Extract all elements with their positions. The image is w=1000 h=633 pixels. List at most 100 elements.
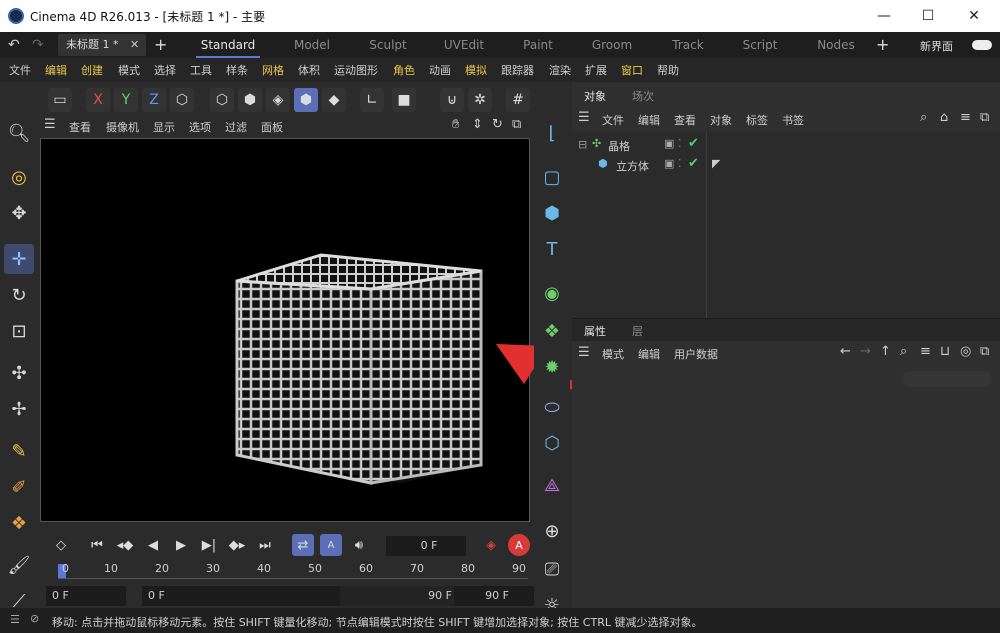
loop-icon[interactable]: ⇄ <box>292 534 314 556</box>
menu-file[interactable]: 文件 <box>9 62 31 78</box>
object-menu-file[interactable]: 文件 <box>602 112 624 128</box>
viewport-menu-icon[interactable]: ☰ <box>44 117 56 132</box>
object-search-icon[interactable]: ⌕ <box>920 110 927 125</box>
previous-frame-icon[interactable]: ◀ <box>142 534 164 556</box>
grid-icon[interactable]: # <box>506 88 530 112</box>
menu-character[interactable]: 角色 <box>393 62 415 78</box>
spline-pen-icon[interactable]: ✎ <box>4 436 34 466</box>
close-button[interactable]: ✕ <box>956 4 992 28</box>
next-frame-icon[interactable]: ▶| <box>198 534 220 556</box>
pan-hand-icon[interactable]: ✋︎ <box>452 117 459 132</box>
scale-tool-icon[interactable]: ⊡ <box>4 316 34 346</box>
layer-icon[interactable]: ▣ <box>664 157 674 170</box>
end-frame-field[interactable]: 90 F <box>454 586 534 606</box>
menu-create[interactable]: 创建 <box>81 62 103 78</box>
menu-tools[interactable]: 工具 <box>190 62 212 78</box>
tab-layers[interactable]: 层 <box>632 323 643 339</box>
coordinate-system-icon[interactable]: ▭ <box>48 88 72 112</box>
menu-animation[interactable]: 动画 <box>429 62 451 78</box>
status-menu-icon[interactable]: ☰ <box>10 613 20 626</box>
cube-icon[interactable]: ⬢ <box>537 198 567 228</box>
y-axis-lock-button[interactable]: Y <box>114 88 138 112</box>
tab-script[interactable]: Script <box>732 32 788 58</box>
soft-selection-icon[interactable]: ✢ <box>4 394 34 424</box>
menu-edit[interactable]: 编辑 <box>45 62 67 78</box>
play-icon[interactable]: ▶ <box>170 534 192 556</box>
attribute-search-field[interactable] <box>902 371 992 387</box>
z-axis-lock-button[interactable]: Z <box>142 88 166 112</box>
menu-extensions[interactable]: 扩展 <box>585 62 607 78</box>
move-select-icon[interactable]: ✥ <box>4 198 34 228</box>
object-filter-icon[interactable]: ≡ <box>960 110 971 125</box>
object-menu-view[interactable]: 查看 <box>674 112 696 128</box>
rotate-tool-icon[interactable]: ↻ <box>4 280 34 310</box>
preview-start-field[interactable]: 0 F <box>142 586 340 606</box>
menu-help[interactable]: 帮助 <box>657 62 679 78</box>
x-axis-lock-button[interactable]: X <box>86 88 110 112</box>
tab-sculpt[interactable]: Sculpt <box>358 32 418 58</box>
forward-arrow-icon[interactable]: → <box>860 344 871 359</box>
menu-select[interactable]: 选择 <box>154 62 176 78</box>
enabled-check-icon[interactable]: ✔ <box>688 136 699 151</box>
sketch-tool-icon[interactable]: ✐ <box>4 472 34 502</box>
menu-mesh[interactable]: 网格 <box>262 62 284 78</box>
tab-groom[interactable]: Groom <box>584 32 640 58</box>
viewport-menu-filter[interactable]: 过滤 <box>225 119 247 135</box>
next-key-icon[interactable]: ◆▸ <box>226 534 248 556</box>
phong-tag-icon[interactable]: ◤ <box>712 157 720 170</box>
move-tool-icon[interactable]: ✛ <box>4 244 34 274</box>
attribute-menu-userdata[interactable]: 用户数据 <box>674 346 718 362</box>
world-coords-icon[interactable]: ⬡ <box>170 88 194 112</box>
environment-icon[interactable]: ⊕ <box>537 516 567 546</box>
new-ui-toggle[interactable] <box>972 40 992 50</box>
tab-uvedit[interactable]: UVEdit <box>434 32 494 58</box>
attribute-search-icon[interactable]: ⌕ <box>900 344 907 359</box>
object-menu-object[interactable]: 对象 <box>710 112 732 128</box>
tab-model[interactable]: Model <box>282 32 342 58</box>
viewport-menu-camera[interactable]: 摄像机 <box>106 119 139 135</box>
back-arrow-icon[interactable]: ← <box>840 344 851 359</box>
viewport-menu-options[interactable]: 选项 <box>189 119 211 135</box>
object-menu-bookmarks[interactable]: 书签 <box>782 112 804 128</box>
menu-spline[interactable]: 样条 <box>226 62 248 78</box>
tab-track[interactable]: Track <box>660 32 716 58</box>
menu-volume[interactable]: 体积 <box>298 62 320 78</box>
target-icon[interactable]: ◎ <box>960 344 971 359</box>
text-spline-icon[interactable]: T <box>537 234 567 264</box>
enabled-check-icon[interactable]: ✔ <box>688 156 699 171</box>
keyframe-diamond-icon[interactable]: ◇ <box>50 534 72 556</box>
attribute-menu-edit[interactable]: 编辑 <box>638 346 660 362</box>
coordinates-icon[interactable]: ⌊ <box>537 118 567 148</box>
maximize-button[interactable]: ☐ <box>910 4 946 28</box>
menu-window[interactable]: 窗口 <box>621 62 643 78</box>
snap-workplane-icon[interactable]: ∟ <box>360 88 384 112</box>
sound-auto-icon[interactable]: A <box>320 534 342 556</box>
3d-viewport[interactable] <box>40 138 530 522</box>
camera-icon[interactable]: ⎚ <box>537 554 567 584</box>
solo-icon[interactable]: ■ <box>392 88 416 112</box>
points-mode-icon[interactable]: ⬡ <box>210 88 234 112</box>
search-icon[interactable]: 🔍︎ <box>4 118 34 148</box>
field-icon[interactable]: ⬡ <box>537 428 567 458</box>
spline-shapes-icon[interactable]: ❖ <box>4 508 34 538</box>
tab-objects[interactable]: 对象 <box>584 88 606 104</box>
viewport-menu-display[interactable]: 显示 <box>153 119 175 135</box>
go-to-start-icon[interactable]: ⏮ <box>86 534 108 556</box>
attribute-maximize-icon[interactable]: ⧉ <box>980 344 989 359</box>
add-layout-plus-icon[interactable]: + <box>876 35 889 54</box>
visibility-dots-icon[interactable]: ⁚ <box>678 137 682 150</box>
current-frame-field[interactable]: 0 F <box>386 536 466 556</box>
attribute-filter-icon[interactable]: ≡ <box>920 344 931 359</box>
menu-simulate[interactable]: 模拟 <box>465 62 487 78</box>
object-home-icon[interactable]: ⌂ <box>940 110 948 125</box>
object-maximize-icon[interactable]: ⧉ <box>980 110 989 125</box>
viewport-menu-view[interactable]: 查看 <box>69 119 91 135</box>
edges-mode-icon[interactable]: ⬢ <box>238 88 262 112</box>
collapse-icon[interactable]: ⊟ <box>578 138 587 151</box>
undo-icon[interactable]: ↶ <box>8 37 20 53</box>
redo-icon[interactable]: ↷ <box>32 37 44 53</box>
lock-icon[interactable]: ⊔ <box>940 344 950 359</box>
tree-row[interactable]: ⬢ 立方体 ▣ ⁚ ✔ ◤ <box>576 156 876 174</box>
effector-icon[interactable]: ✹ <box>537 352 567 382</box>
menu-render[interactable]: 渲染 <box>549 62 571 78</box>
